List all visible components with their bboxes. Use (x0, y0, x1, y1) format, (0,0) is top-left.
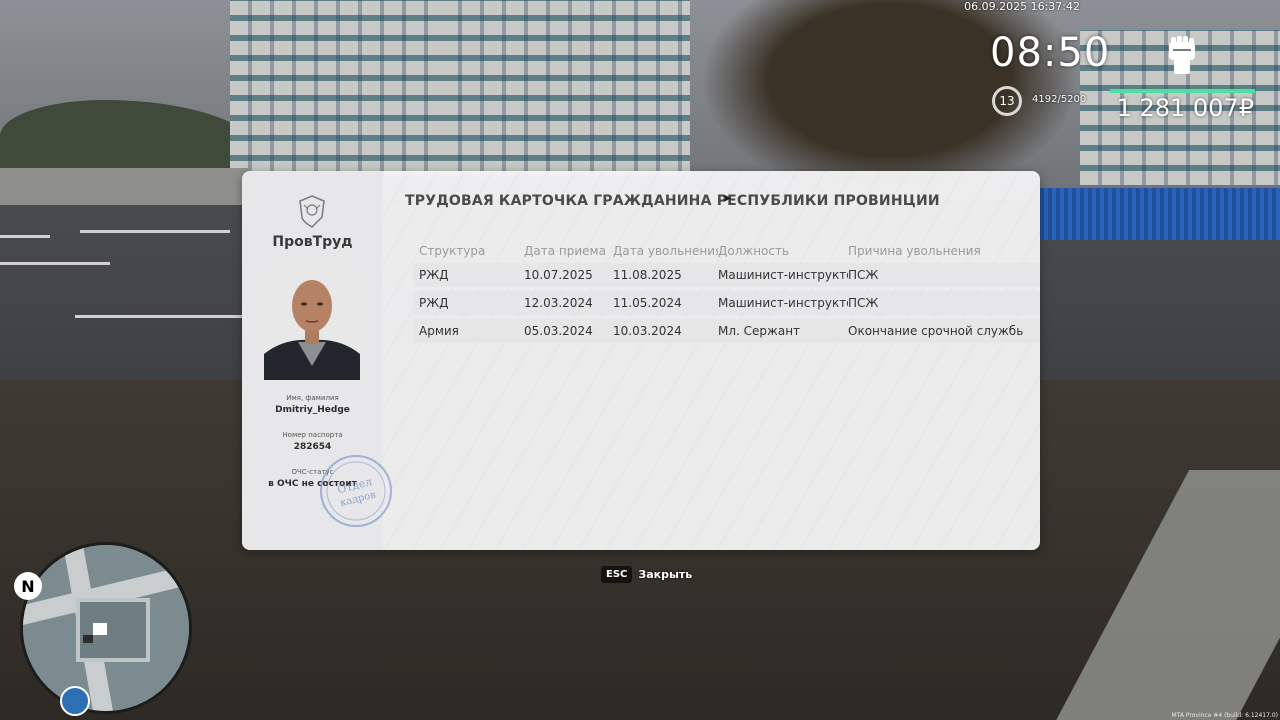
cell-position: Мл. Сержант (718, 324, 801, 338)
level-badge: 13 (992, 86, 1022, 116)
cell-position: Машинист-инструктор (718, 268, 848, 282)
money-display: 1 281 007₽ (1116, 94, 1254, 122)
road-marking (0, 262, 110, 265)
cell-hire-date: 10.07.2025 (524, 268, 593, 282)
build-info: MTA Province #4 (build: 6.12417.0) (1171, 712, 1278, 719)
passport-label: Номер паспорта (282, 431, 343, 439)
column-header-position: Должность (718, 244, 790, 258)
employment-card-dialog: ПровТруд Имя, фамилия Dmitriy_Hedge Номе… (242, 171, 1040, 550)
card-main: ТРУДОВАЯ КАРТОЧКА ГРАЖДАНИНА РЕСПУБЛИКИ … (383, 171, 1040, 550)
cell-structure: РЖД (419, 268, 449, 282)
health-bar (1110, 89, 1255, 93)
blue-fence (1040, 188, 1280, 240)
hud-clock: 08:50 (990, 30, 1111, 76)
mouse-cursor-icon: ➤ (722, 191, 733, 205)
name-label: Имя, фамилия (286, 394, 339, 402)
column-header-dismissal-date: Дата увольнения (613, 244, 718, 258)
cell-hire-date: 12.03.2024 (524, 296, 593, 310)
experience-counter: 4192/5200 (1032, 94, 1087, 105)
north-indicator: N (14, 572, 42, 600)
card-sidebar: ПровТруд Имя, фамилия Dmitriy_Hedge Номе… (242, 171, 392, 550)
esc-key-hint[interactable]: ESC (601, 566, 633, 583)
cell-dismissal-reason: ПСЖ (848, 296, 879, 310)
road-marking (0, 235, 50, 238)
coat-of-arms-icon (294, 193, 330, 229)
table-row: РЖД 10.07.2025 11.08.2025 Машинист-инстр… (413, 263, 1040, 287)
table-header: Структура Дата приема Дата увольнения До… (413, 243, 1040, 259)
column-header-structure: Структура (419, 244, 486, 258)
cell-dismissal-date: 10.03.2024 (613, 324, 682, 338)
road-marking (80, 230, 230, 233)
passport-value: 282654 (293, 442, 332, 452)
cell-structure: Армия (419, 324, 459, 338)
hud-datetime: 06.09.2025 16:37:42 (964, 0, 1080, 13)
player-location-icon (60, 686, 90, 716)
road-marking (75, 315, 255, 318)
org-name: ПровТруд (272, 234, 353, 250)
cell-dismissal-date: 11.08.2025 (613, 268, 682, 282)
close-button[interactable]: ESC Закрыть (601, 566, 692, 583)
employment-table: Структура Дата приема Дата увольнения До… (413, 243, 1040, 343)
cell-hire-date: 05.03.2024 (524, 324, 593, 338)
table-row: РЖД 12.03.2024 11.05.2024 Машинист-инстр… (413, 291, 1040, 315)
cell-dismissal-reason: ПСЖ (848, 268, 879, 282)
cell-dismissal-reason: Окончание срочной службы. (848, 324, 1023, 338)
cell-structure: РЖД (419, 296, 449, 310)
apartment-building (440, 0, 690, 175)
cell-position: Машинист-инструктор (718, 296, 848, 310)
column-header-dismissal-reason: Причина увольнения (848, 244, 981, 258)
apartment-building (230, 0, 445, 175)
column-header-hire-date: Дата приема (524, 244, 606, 258)
citizen-photo (264, 266, 360, 380)
close-label[interactable]: Закрыть (638, 568, 692, 581)
card-title: ТРУДОВАЯ КАРТОЧКА ГРАЖДАНИНА РЕСПУБЛИКИ … (405, 193, 940, 209)
table-row: Армия 05.03.2024 10.03.2024 Мл. Сержант … (413, 319, 1040, 343)
cell-dismissal-date: 11.05.2024 (613, 296, 682, 310)
minimap (20, 542, 192, 714)
fist-icon (1165, 34, 1199, 76)
name-value: Dmitriy_Hedge (275, 405, 350, 415)
